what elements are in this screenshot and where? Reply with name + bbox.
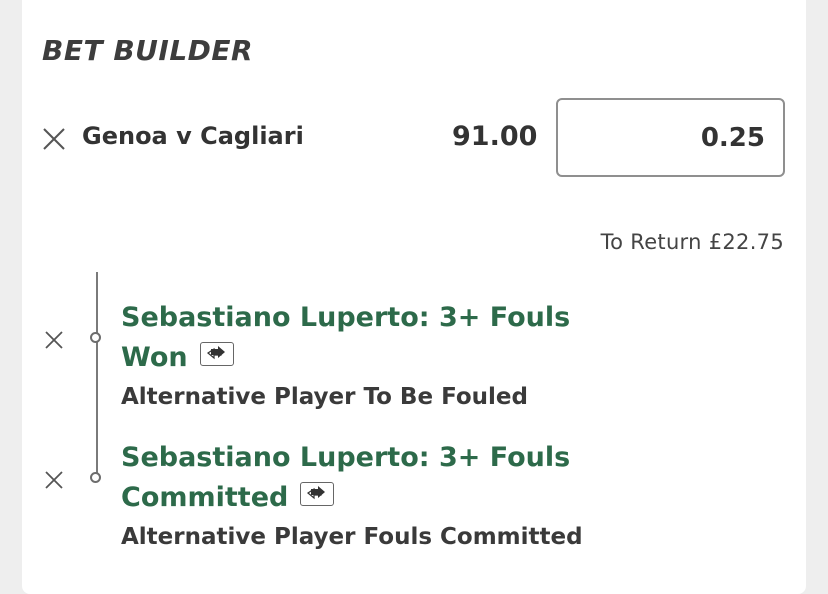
selection-timeline: [96, 272, 98, 478]
swap-arrows-icon[interactable]: [300, 481, 335, 506]
remove-selection-close-icon[interactable]: [44, 470, 64, 490]
selection-market: Alternative Player To Be Fouled: [121, 384, 528, 410]
swap-arrows-icon[interactable]: [199, 341, 234, 366]
odds-value: 91.00: [452, 121, 538, 152]
timeline-node: [90, 472, 101, 483]
selection-title-line1: Sebastiano Luperto: 3+ Fouls: [121, 442, 571, 473]
remove-selection-close-icon[interactable]: [44, 330, 64, 350]
selection-market: Alternative Player Fouls Committed: [121, 524, 583, 550]
remove-bet-close-icon[interactable]: [42, 127, 66, 151]
bet-builder-title: BET BUILDER: [42, 34, 254, 67]
selection-title-line1: Sebastiano Luperto: 3+ Fouls: [121, 302, 571, 333]
selection-title: Sebastiano Luperto: 3+ Fouls Committed: [121, 438, 601, 518]
to-return-text: To Return £22.75: [600, 230, 784, 254]
stake-input[interactable]: [556, 98, 785, 177]
bet-builder-card: BET BUILDER Genoa v Cagliari 91.00 To Re…: [22, 0, 806, 594]
timeline-node: [90, 332, 101, 343]
selection-title-line2-wrap: Committed: [121, 478, 601, 518]
selection-title-line2-wrap: Won: [121, 338, 601, 378]
selection-title: Sebastiano Luperto: 3+ Fouls Won: [121, 298, 601, 378]
selection-title-line2: Won: [121, 342, 188, 373]
selection-title-line2: Committed: [121, 482, 289, 513]
match-name: Genoa v Cagliari: [82, 122, 304, 150]
